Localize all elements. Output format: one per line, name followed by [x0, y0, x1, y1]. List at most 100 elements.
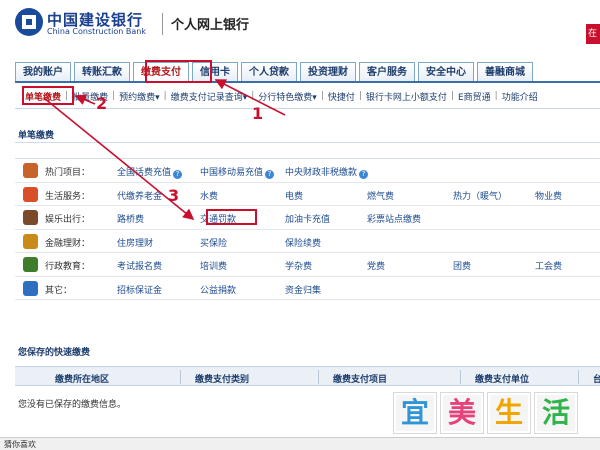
category-label: 热门项目： — [45, 168, 91, 178]
payment-item-link[interactable]: 考试报名费 — [117, 259, 162, 272]
sub-nav-item-6[interactable]: 银行卡网上小额支付 — [363, 90, 450, 103]
annotation-box-subnav — [22, 86, 74, 105]
saved-column-header: 缴费支付单位 — [475, 375, 530, 385]
info-icon[interactable]: ? — [359, 170, 369, 179]
payment-item-label: 公益捐款 — [200, 285, 237, 296]
payment-item-label: 全国话费充值 — [117, 168, 172, 178]
payment-item-link[interactable]: 学杂费 — [285, 259, 312, 272]
tab-8[interactable]: 善融商城 — [477, 62, 533, 82]
edu-icon — [23, 257, 38, 272]
tab-6[interactable]: 客户服务 — [359, 62, 415, 82]
payment-item-link[interactable]: 电费 — [285, 189, 303, 202]
annotation-label-3: 3 — [168, 186, 180, 205]
category-row: 其它： 招标保证金 公益捐款 资金归集 — [15, 277, 600, 300]
column-divider — [578, 370, 579, 384]
finance-icon — [23, 233, 38, 249]
section-divider — [15, 142, 600, 143]
payment-item-link[interactable]: 中央财政非税缴款? — [285, 165, 369, 179]
tab-4[interactable]: 个人贷款 — [241, 62, 297, 82]
travel-icon — [23, 210, 38, 225]
payment-item-label: 电费 — [285, 191, 304, 202]
payment-item-link[interactable]: 资金归集 — [285, 283, 321, 296]
payment-item-label: 资金归集 — [285, 285, 322, 296]
life-icon — [23, 186, 38, 202]
payment-item-link[interactable]: 公益捐款 — [200, 283, 236, 296]
payment-item-link[interactable]: 全国话费充值? — [117, 165, 183, 179]
category-row: 热门项目： 全国话费充值? 中国移动易充值? 中央财政非税缴款? — [15, 159, 600, 183]
payment-item-link[interactable]: 党费 — [367, 259, 385, 272]
saved-column-header: 缴费支付项目 — [333, 375, 388, 385]
payment-item-link[interactable]: 工会费 — [535, 259, 562, 272]
payment-item-link[interactable]: 培训费 — [200, 259, 227, 272]
payment-item-label: 路桥费 — [117, 215, 145, 225]
payment-item-link[interactable]: 燃气费 — [367, 189, 394, 202]
status-bar: 猜你喜欢 — [0, 437, 600, 450]
payment-item-label: 热力（暖气） — [453, 191, 508, 202]
payment-item-link[interactable]: 水费 — [200, 189, 218, 202]
site-name: 个人网上银行 — [171, 18, 250, 33]
category-row: 行政教育： 考试报名费 培训费 学杂费 党费 团费 工会费 — [15, 253, 600, 277]
category-label: 金融理财： — [45, 238, 91, 249]
section-title-single-payment: 单笔缴费 — [18, 131, 55, 141]
sub-nav-item-4[interactable]: 分行特色缴费▾ — [255, 90, 320, 103]
payment-item-label: 燃气费 — [367, 191, 395, 202]
bank-name-en: China Construction Bank — [47, 27, 146, 36]
category-label: 生活服务： — [45, 191, 91, 202]
tab-0[interactable]: 我的账户 — [15, 62, 71, 82]
online-service-button[interactable]: 在 — [586, 24, 600, 44]
payment-item-label: 团费 — [453, 262, 472, 272]
other-icon — [23, 280, 38, 296]
main-nav-tabs: 我的账户 转账汇款 缴费支付 信用卡 个人贷款 投资理财 客户服务 安全中心 善融商城 — [15, 62, 533, 82]
sub-nav-item-8[interactable]: 功能介绍 — [499, 90, 541, 103]
tab-7[interactable]: 安全中心 — [418, 62, 474, 82]
category-label: 其它： — [45, 285, 73, 296]
payment-item-link[interactable]: 彩票站点缴费 — [367, 212, 421, 225]
sub-nav-item-2[interactable]: 预约缴费▾ — [116, 90, 163, 103]
payment-item-label: 住房理财 — [117, 238, 154, 249]
payment-category-table: 热门项目： 全国话费充值? 中国移动易充值? 中央财政非税缴款? 生活服务： 代缴养老金水… — [15, 158, 600, 323]
sub-nav-item-5[interactable]: 快捷付 — [325, 90, 358, 103]
payment-item-label: 工会费 — [535, 262, 563, 272]
payment-item-link[interactable]: 团费 — [453, 259, 471, 272]
payment-item-link[interactable]: 路桥费 — [117, 212, 144, 225]
payment-item-link[interactable]: 中国移动易充值? — [200, 165, 275, 179]
hot-icon — [23, 163, 38, 178]
saved-payments-empty-text: 您没有已保存的缴费信息。 — [18, 400, 127, 410]
header-divider — [162, 13, 163, 35]
watermark-char: 生 — [488, 393, 530, 433]
payment-item-link[interactable]: 住房理财 — [117, 236, 153, 249]
column-divider — [460, 370, 461, 384]
watermark-logo: 宜美生活 — [394, 393, 577, 433]
payment-item-label: 招标保证金 — [117, 285, 163, 296]
payment-item-link[interactable]: 代缴养老金 — [117, 189, 162, 202]
payment-item-label: 代缴养老金 — [117, 191, 163, 202]
payment-item-link[interactable]: 招标保证金 — [117, 283, 162, 296]
payment-item-label: 中央财政非税缴款 — [285, 168, 358, 178]
payment-item-link[interactable]: 买保险 — [200, 236, 227, 249]
category-row: 金融理财： 住房理财 买保险 保险续费 — [15, 230, 600, 253]
watermark-char: 活 — [535, 393, 577, 433]
category-label: 娱乐出行： — [45, 215, 91, 225]
tab-5[interactable]: 投资理财 — [300, 62, 356, 82]
tab-1[interactable]: 转账汇款 — [74, 62, 130, 82]
annotation-box-traffic-fine — [206, 209, 257, 225]
saved-payments-header: 缴费所在地区 缴费支付类别 缴费支付项目 缴费支付单位 台 — [15, 366, 600, 386]
section-title-saved-payments: 您保存的快速缴费 — [18, 348, 91, 358]
sub-nav-item-7[interactable]: E商贸通 — [455, 90, 494, 103]
payment-item-link[interactable]: 热力（暖气） — [453, 189, 507, 202]
payment-item-label: 培训费 — [200, 262, 228, 272]
main-nav-underline — [15, 81, 600, 83]
info-icon[interactable]: ? — [173, 170, 183, 179]
payment-item-label: 买保险 — [200, 238, 228, 249]
category-row: 娱乐出行： 路桥费 交通罚款 加油卡充值 彩票站点缴费 — [15, 206, 600, 230]
payment-item-label: 水费 — [200, 191, 219, 202]
ccb-logo-icon — [15, 8, 43, 36]
info-icon[interactable]: ? — [265, 170, 275, 179]
payment-item-link[interactable]: 保险续费 — [285, 236, 321, 249]
sub-nav-item-3[interactable]: 缴费支付记录查询▾ — [168, 90, 251, 103]
annotation-label-2: 2 — [96, 94, 108, 113]
payment-item-link[interactable]: 物业费 — [535, 189, 562, 202]
payment-item-link[interactable]: 加油卡充值 — [285, 212, 330, 225]
payment-item-label: 彩票站点缴费 — [367, 215, 422, 225]
category-label: 行政教育： — [45, 262, 91, 272]
